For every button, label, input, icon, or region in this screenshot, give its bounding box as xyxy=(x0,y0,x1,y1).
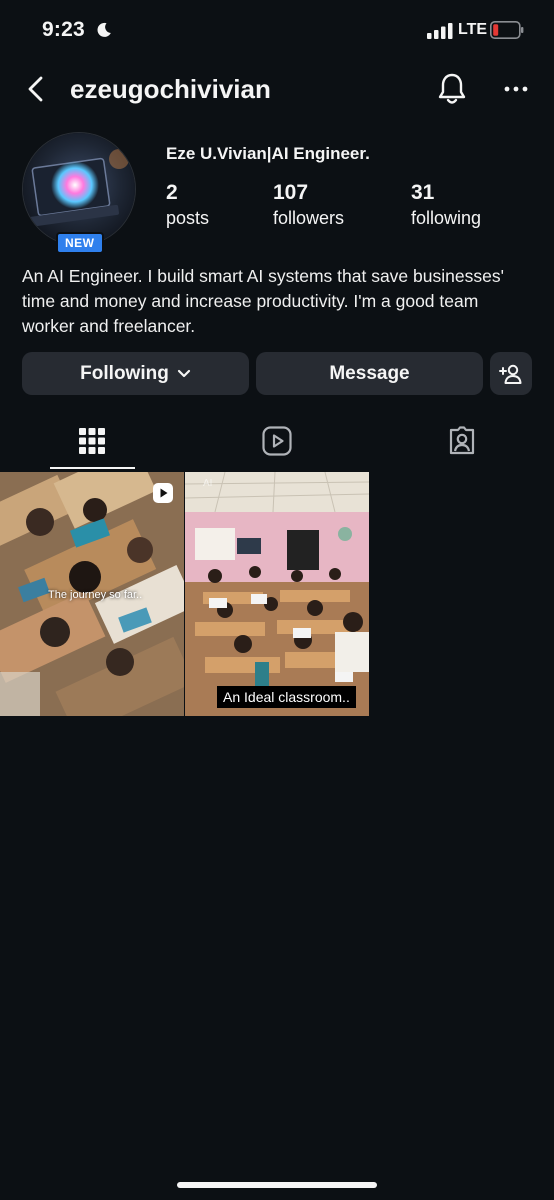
tab-reels[interactable] xyxy=(185,412,369,470)
add-user-button[interactable] xyxy=(490,352,532,395)
status-time: 9:23 xyxy=(42,18,85,41)
network-label: LTE xyxy=(458,21,488,38)
reel-badge-icon xyxy=(153,483,173,503)
post-tile[interactable]: AI An Ideal classroom.. xyxy=(185,472,369,716)
stat-label: following xyxy=(411,208,482,228)
stat-posts[interactable]: 2 posts xyxy=(166,180,209,230)
home-indicator[interactable] xyxy=(177,1182,377,1188)
post-thumbnail xyxy=(185,472,369,716)
message-button[interactable]: Message xyxy=(256,352,483,395)
profile-username: ezeugochivivian xyxy=(70,74,271,104)
stat-count: 2 xyxy=(166,181,178,204)
post-tile[interactable]: The journey so far.. xyxy=(0,472,184,716)
active-tab-indicator xyxy=(50,467,135,469)
more-horizontal-icon[interactable] xyxy=(502,76,530,102)
tagged-icon xyxy=(449,426,475,455)
chevron-left-icon[interactable] xyxy=(24,74,50,104)
stat-label: followers xyxy=(273,208,345,228)
post-caption: The journey so far.. xyxy=(48,589,143,601)
profile-tabs xyxy=(0,412,554,470)
post-caption: An Ideal classroom.. xyxy=(217,686,356,708)
following-button[interactable]: Following xyxy=(22,352,249,395)
display-name: Eze U.Vivian|AI Engineer. xyxy=(166,144,370,163)
avatar-container[interactable]: NEW xyxy=(22,132,138,254)
tab-grid[interactable] xyxy=(0,412,184,470)
chevron-down-icon xyxy=(177,369,190,377)
stat-following[interactable]: 31 following xyxy=(411,180,481,230)
profile-header: ezeugochivivian xyxy=(0,62,554,118)
avatar-image xyxy=(23,133,135,245)
stat-label: posts xyxy=(166,208,210,228)
tab-tagged[interactable] xyxy=(370,412,554,470)
battery-low-icon xyxy=(490,21,524,39)
new-badge: NEW xyxy=(56,232,104,254)
stat-count: 31 xyxy=(411,181,435,204)
grid-icon xyxy=(79,428,105,454)
ai-watermark: AI xyxy=(203,478,213,489)
bell-icon[interactable] xyxy=(436,72,468,106)
stat-count: 107 xyxy=(273,181,309,204)
status-bar: 9:23 LTE xyxy=(0,0,554,62)
following-button-label: Following xyxy=(80,362,169,384)
add-user-icon xyxy=(499,364,522,384)
avatar[interactable] xyxy=(22,132,136,246)
reels-icon xyxy=(262,426,292,456)
stat-followers[interactable]: 107 followers xyxy=(273,180,344,230)
message-button-label: Message xyxy=(329,362,410,384)
moon-icon xyxy=(97,22,111,37)
signal-icon xyxy=(427,23,453,39)
profile-bio: An AI Engineer. I build smart AI systems… xyxy=(22,266,504,336)
